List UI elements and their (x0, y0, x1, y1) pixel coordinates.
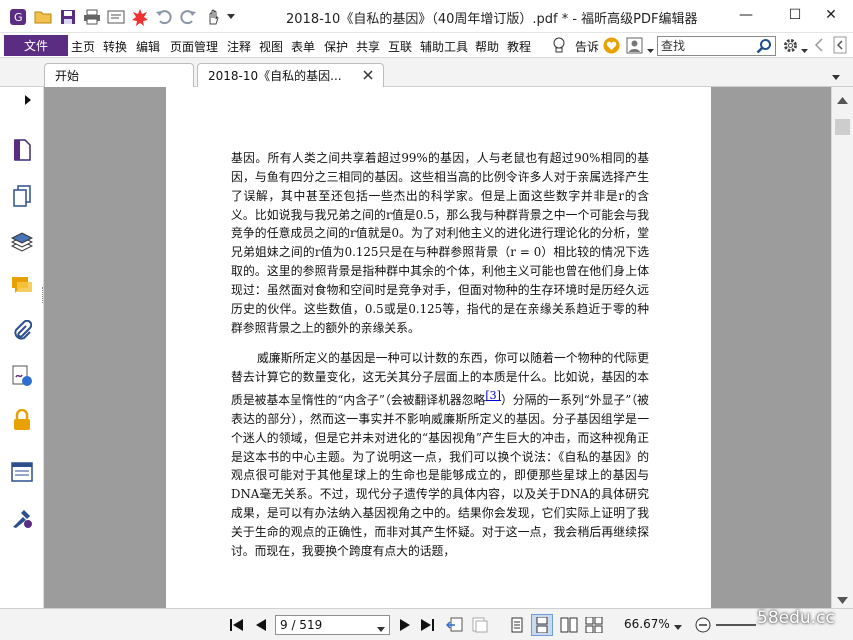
previous-page-icon[interactable] (252, 616, 270, 634)
status-bar: 9 / 519 66.67% (0, 608, 853, 640)
customize-dropdown-icon[interactable] (224, 7, 238, 27)
settings-dropdown-icon[interactable] (801, 43, 808, 57)
properties-icon[interactable] (106, 7, 126, 27)
pdf-page[interactable]: 基因。所有人类之间共享着超过99%的基因，人与老鼠也有超过90%相同的基因，与鱼… (166, 87, 711, 608)
print-icon[interactable] (82, 7, 102, 27)
search-input[interactable] (658, 37, 753, 55)
feedback-heart-icon[interactable] (603, 37, 620, 57)
page-text[interactable]: 基因。所有人类之间共享着超过99%的基因，人与老鼠也有超过90%相同的基因，与鱼… (231, 149, 649, 561)
attachments-icon[interactable] (10, 319, 34, 343)
document-view[interactable]: 基因。所有人类之间共享着超过99%的基因，人与老鼠也有超过90%相同的基因，与鱼… (44, 87, 831, 608)
file-menu-button[interactable]: 文件 (4, 35, 68, 56)
facing-view-icon[interactable] (560, 616, 578, 634)
title-bar: G 2018-10《自私的基因》（40周年增订版）.pdf * - 福昕高级PD… (0, 0, 853, 33)
redo-icon[interactable] (178, 7, 198, 27)
user-dropdown-icon[interactable] (647, 43, 654, 57)
tab-start-label: 开始 (55, 69, 80, 83)
burst-icon[interactable] (130, 7, 150, 27)
save-icon[interactable] (58, 7, 78, 27)
signature-icon[interactable] (10, 364, 34, 388)
menu-form[interactable]: 表单 (291, 38, 315, 55)
maximize-button[interactable]: ☐ (780, 4, 810, 26)
menu-organize[interactable]: 页面管理 (170, 38, 218, 55)
first-page-icon[interactable] (228, 616, 246, 634)
menu-edit[interactable]: 编辑 (136, 38, 160, 55)
menu-convert[interactable]: 转换 (103, 38, 127, 55)
menu-tutorial[interactable]: 教程 (507, 38, 531, 55)
continuous-facing-view-icon[interactable] (585, 616, 603, 634)
comments-icon[interactable] (10, 274, 34, 298)
close-tab-icon[interactable] (363, 69, 373, 83)
paragraph-2-part-b[interactable]: ）分隔的一系列“外显子”（被表达的部分），然而这一事实并不影响威廉斯所定义的基因… (231, 393, 649, 558)
svg-text:G: G (14, 11, 23, 24)
scrollbar-thumb[interactable] (835, 119, 850, 135)
page-number-field[interactable]: 9 / 519 (275, 615, 390, 635)
tell-me-label[interactable]: 告诉 (575, 38, 599, 55)
close-window-button[interactable]: ✕ (816, 4, 846, 26)
last-page-icon[interactable] (418, 616, 436, 634)
app-logo-icon[interactable]: G (8, 7, 28, 27)
open-folder-icon[interactable] (33, 7, 53, 27)
user-icon[interactable] (626, 37, 643, 57)
menu-view[interactable]: 视图 (259, 38, 283, 55)
layers-icon[interactable] (10, 230, 34, 254)
scroll-up-icon[interactable] (837, 93, 848, 107)
tabs-dropdown-icon[interactable] (832, 70, 840, 84)
zoom-dropdown-icon[interactable] (674, 620, 682, 634)
scroll-down-icon[interactable] (837, 593, 848, 607)
thumbnails-icon[interactable] (10, 184, 34, 208)
menu-comment[interactable]: 注释 (227, 38, 251, 55)
menu-help[interactable]: 帮助 (475, 38, 499, 55)
page-dropdown-icon[interactable] (377, 622, 385, 636)
menu-share[interactable]: 共享 (356, 38, 380, 55)
watermark: 58edu.cc (757, 608, 835, 628)
menu-protect[interactable]: 保护 (324, 38, 348, 55)
document-tab-bar: 开始 2018-10《自私的基因... (0, 58, 853, 87)
tab-document-label: 2018-10《自私的基因... (208, 69, 342, 83)
gear-icon[interactable] (782, 37, 799, 57)
footnote-link[interactable]: [3] (485, 389, 501, 402)
menu-connect[interactable]: 互联 (388, 38, 412, 55)
next-page-icon[interactable] (396, 616, 414, 634)
expand-panel-icon[interactable] (25, 94, 31, 108)
ribbon-collapse-icon[interactable] (833, 36, 847, 57)
zoom-out-icon[interactable] (694, 616, 712, 634)
tab-document[interactable]: 2018-10《自私的基因... (197, 63, 384, 87)
single-page-view-icon[interactable] (508, 616, 526, 634)
certify-icon[interactable] (10, 506, 34, 530)
search-field[interactable] (657, 36, 776, 56)
go-forward-view-icon[interactable] (471, 616, 489, 634)
vertical-scrollbar[interactable] (831, 87, 853, 608)
pages-icon[interactable] (10, 138, 34, 162)
search-icon[interactable] (756, 38, 772, 57)
continuous-view-icon[interactable] (531, 614, 553, 636)
menu-home[interactable]: 主页 (71, 38, 95, 55)
paragraph-1[interactable]: 基因。所有人类之间共享着超过99%的基因，人与老鼠也有超过90%相同的基因，与鱼… (231, 149, 649, 337)
undo-icon[interactable] (154, 7, 174, 27)
zoom-level[interactable]: 66.67% (624, 617, 670, 631)
navigation-panel (0, 87, 44, 608)
tab-start[interactable]: 开始 (44, 63, 194, 87)
hand-tool-icon[interactable] (203, 7, 223, 27)
page-number-value: 9 / 519 (280, 618, 323, 632)
security-icon[interactable] (10, 408, 34, 432)
paragraph-2[interactable]: 威廉斯所定义的基因是一种可以计数的东西，你可以随着一个物种的代际更替去计算它的数… (231, 349, 649, 560)
zoom-slider[interactable] (716, 624, 756, 626)
menu-bar: 文件 主页 转换 编辑 页面管理 注释 视图 表单 保护 共享 互联 辅助工具 … (0, 33, 853, 58)
minimize-button[interactable]: — (731, 4, 761, 26)
lightbulb-icon[interactable] (552, 37, 566, 57)
go-back-view-icon[interactable] (446, 616, 464, 634)
menu-accessibility[interactable]: 辅助工具 (420, 38, 468, 55)
form-fields-icon[interactable] (10, 460, 34, 484)
window-title: 2018-10《自私的基因》（40周年增订版）.pdf * - 福昕高级PDF编… (286, 12, 698, 27)
ribbon-scroll-left-icon[interactable] (814, 38, 824, 55)
